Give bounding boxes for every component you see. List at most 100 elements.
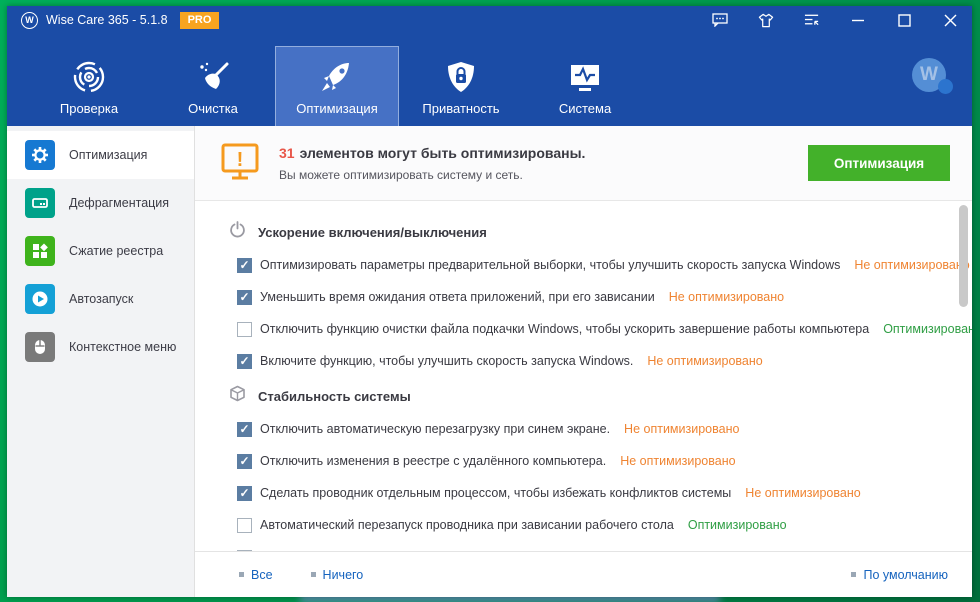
setting-status: Не оптимизировано xyxy=(745,486,860,500)
settings-list: Ускорение включения/выключения Оптимизир… xyxy=(195,201,972,551)
play-icon xyxy=(25,284,55,314)
setting-row: Отключить автоматическую перезагрузку пр… xyxy=(237,413,944,445)
setting-status: Оптимизировано xyxy=(662,550,761,551)
issues-count: 31 xyxy=(279,145,295,161)
tab-cleanup[interactable]: Очистка xyxy=(151,48,275,126)
setting-label: Автоматический перезапуск проводника при… xyxy=(260,518,674,532)
feedback-icon[interactable] xyxy=(712,12,728,28)
sidebar-item-label: Сжатие реестра xyxy=(69,244,163,258)
app-window: W Wise Care 365 - 5.1.8 PRO xyxy=(7,6,972,597)
sidebar-item-registry-compact[interactable]: Сжатие реестра xyxy=(7,227,194,275)
setting-row: Оптимизировать параметры предварительной… xyxy=(237,249,944,281)
scrollbar-thumb[interactable] xyxy=(959,205,968,307)
setting-label: Закрывать не отвечающие процессы во избе… xyxy=(260,550,648,551)
tab-privacy[interactable]: Приватность xyxy=(399,48,523,126)
setting-checkbox[interactable] xyxy=(237,486,252,501)
setting-label: Сделать проводник отдельным процессом, ч… xyxy=(260,486,731,500)
summary-subtitle: Вы можете оптимизировать систему и сеть. xyxy=(279,168,585,182)
avatar-letter: W xyxy=(920,64,938,86)
restore-defaults-link[interactable]: По умолчанию xyxy=(851,568,948,582)
summary-header: ! 31элементов могут быть оптимизированы.… xyxy=(195,126,972,201)
setting-label: Отключить автоматическую перезагрузку пр… xyxy=(260,422,610,436)
setting-status: Не оптимизировано xyxy=(624,422,739,436)
section-header-system-stability: Стабильность системы xyxy=(229,383,944,409)
setting-status: Не оптимизировано xyxy=(647,354,762,368)
window-title: Wise Care 365 - 5.1.8 xyxy=(46,13,168,27)
sidebar-item-context-menu[interactable]: Контекстное меню xyxy=(7,323,194,371)
setting-status: Не оптимизировано xyxy=(620,454,735,468)
user-avatar[interactable]: W xyxy=(912,58,946,92)
setting-label: Уменьшить время ожидания ответа приложен… xyxy=(260,290,655,304)
sidebar: Оптимизация Дефрагментация Сжатие реестр… xyxy=(7,126,195,597)
tab-system[interactable]: Система xyxy=(523,48,647,126)
rocket-icon xyxy=(319,58,355,94)
menu-icon[interactable] xyxy=(804,12,820,28)
section-title: Ускорение включения/выключения xyxy=(258,225,487,240)
blocks-icon xyxy=(25,236,55,266)
bullet-icon xyxy=(851,572,856,577)
main-nav: Проверка Очистка Оптимизация Приватность xyxy=(7,34,972,126)
setting-row: Отключить изменения в реестре с удалённо… xyxy=(237,445,944,477)
close-icon[interactable] xyxy=(942,12,958,28)
section-title: Стабильность системы xyxy=(258,389,411,404)
tab-label: Система xyxy=(559,101,611,116)
sidebar-item-label: Контекстное меню xyxy=(69,340,176,354)
maximize-icon[interactable] xyxy=(896,12,912,28)
setting-row: Отключить функцию очистки файла подкачки… xyxy=(237,313,944,345)
restore-defaults-label: По умолчанию xyxy=(863,568,948,582)
sidebar-item-label: Дефрагментация xyxy=(69,196,169,210)
setting-checkbox[interactable] xyxy=(237,518,252,533)
setting-status: Не оптимизировано xyxy=(669,290,784,304)
tab-label: Оптимизация xyxy=(296,101,378,116)
select-none-label: Ничего xyxy=(323,568,364,582)
setting-row: Закрывать не отвечающие процессы во избе… xyxy=(237,541,944,551)
gear-icon xyxy=(25,140,55,170)
shield-lock-icon xyxy=(445,58,477,94)
svg-text:!: ! xyxy=(237,149,244,171)
cube-icon xyxy=(229,385,246,407)
setting-checkbox[interactable] xyxy=(237,354,252,369)
app-logo-icon: W xyxy=(21,12,38,29)
optimize-button[interactable]: Оптимизация xyxy=(808,145,950,181)
checkup-icon xyxy=(72,58,106,94)
minimize-icon[interactable] xyxy=(850,12,866,28)
tab-label: Очистка xyxy=(188,101,238,116)
bullet-icon xyxy=(311,572,316,577)
sidebar-item-label: Оптимизация xyxy=(69,148,147,162)
title-bar[interactable]: W Wise Care 365 - 5.1.8 PRO xyxy=(7,6,972,34)
setting-status: Оптимизировано xyxy=(883,322,972,336)
disk-icon xyxy=(25,188,55,218)
sidebar-item-defrag[interactable]: Дефрагментация xyxy=(7,179,194,227)
setting-checkbox[interactable] xyxy=(237,550,252,552)
cleanup-icon xyxy=(195,58,231,94)
alert-monitor-icon: ! xyxy=(219,140,261,187)
setting-checkbox[interactable] xyxy=(237,422,252,437)
setting-label: Отключить изменения в реестре с удалённо… xyxy=(260,454,606,468)
pro-badge: PRO xyxy=(180,12,220,29)
setting-checkbox[interactable] xyxy=(237,322,252,337)
setting-checkbox[interactable] xyxy=(237,258,252,273)
list-footer: Все Ничего По умолчанию xyxy=(195,551,972,597)
setting-row: Автоматический перезапуск проводника при… xyxy=(237,509,944,541)
monitor-pulse-icon xyxy=(567,58,603,94)
tab-checkup[interactable]: Проверка xyxy=(27,48,151,126)
setting-checkbox[interactable] xyxy=(237,454,252,469)
setting-label: Включите функцию, чтобы улучшить скорост… xyxy=(260,354,633,368)
tab-label: Приватность xyxy=(422,101,499,116)
section-header-boot-speed: Ускорение включения/выключения xyxy=(229,219,944,245)
setting-row: Сделать проводник отдельным процессом, ч… xyxy=(237,477,944,509)
setting-label: Отключить функцию очистки файла подкачки… xyxy=(260,322,869,336)
setting-checkbox[interactable] xyxy=(237,290,252,305)
bullet-icon xyxy=(239,572,244,577)
select-none-link[interactable]: Ничего xyxy=(311,568,364,582)
select-all-link[interactable]: Все xyxy=(239,568,273,582)
sidebar-item-startup[interactable]: Автозапуск xyxy=(7,275,194,323)
sidebar-item-optimization[interactable]: Оптимизация xyxy=(7,131,194,179)
setting-row: Уменьшить время ожидания ответа приложен… xyxy=(237,281,944,313)
mouse-icon xyxy=(25,332,55,362)
tab-optimization[interactable]: Оптимизация xyxy=(275,46,399,126)
power-icon xyxy=(229,221,246,243)
tab-label: Проверка xyxy=(60,101,118,116)
summary-title: 31элементов могут быть оптимизированы. xyxy=(279,145,585,161)
skin-icon[interactable] xyxy=(758,12,774,28)
